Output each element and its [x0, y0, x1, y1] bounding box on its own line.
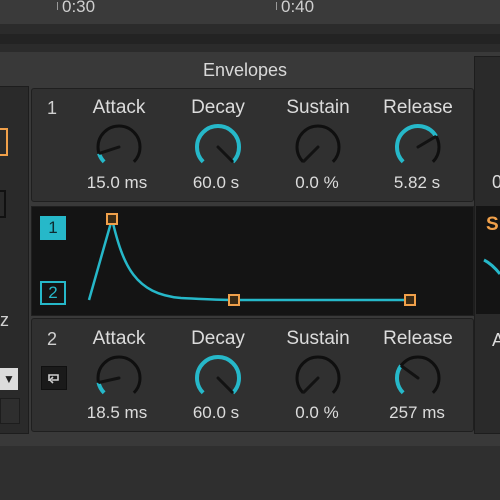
knob-value-arc	[97, 152, 106, 164]
env1-attack-label: Attack	[92, 97, 146, 118]
release-breakpoint[interactable]	[404, 294, 416, 306]
envelopes-title: Envelopes	[202, 60, 288, 80]
left-panel-text: z	[0, 310, 9, 330]
env1-attack-value[interactable]: 15.0 ms	[72, 173, 162, 193]
env2-release-value[interactable]: 257 ms	[372, 403, 462, 423]
decay-breakpoint[interactable]	[228, 294, 240, 306]
env1-decay-knob[interactable]	[190, 120, 246, 170]
attack-breakpoint[interactable]	[106, 213, 118, 225]
env2-sustain-value[interactable]: 0.0 %	[272, 403, 362, 423]
knob-needle	[302, 145, 320, 163]
envelope-2-number: 2	[47, 329, 58, 349]
env2-release-knob[interactable]	[390, 351, 446, 401]
env1-release-knob[interactable]	[390, 120, 446, 170]
env1-sustain-knob[interactable]	[290, 120, 346, 170]
env2-attack-value[interactable]: 18.5 ms	[72, 403, 162, 423]
env2-attack-label: Attack	[92, 328, 146, 349]
env2-sustain-label: Sustain	[286, 328, 350, 349]
knob-needle	[216, 376, 234, 394]
env2-decay-value[interactable]: 60.0 s	[171, 403, 261, 423]
env1-sustain-value[interactable]: 0.0 %	[272, 173, 362, 193]
right-graph-curve	[483, 258, 500, 275]
knob-value-arc	[395, 124, 438, 164]
knob-needle	[302, 376, 320, 394]
track-separator	[0, 34, 500, 44]
envelope-1-number: 1	[47, 98, 58, 118]
knob-needle	[97, 376, 121, 384]
env1-attack-knob[interactable]	[91, 120, 147, 170]
right-panel-zero: 0	[492, 172, 500, 192]
env2-sustain-knob[interactable]	[290, 351, 346, 401]
left-orange-toggle[interactable]	[0, 128, 8, 156]
knob-value-arc	[96, 382, 106, 395]
knob-needle	[98, 145, 121, 155]
envelope-curve[interactable]	[31, 206, 472, 314]
loop-toggle-button[interactable]	[41, 366, 67, 390]
env2-release-label: Release	[383, 328, 453, 349]
left-value-field[interactable]	[0, 398, 20, 424]
footer-bar	[0, 446, 500, 500]
knob-needle	[416, 135, 437, 149]
env1-release-label: Release	[383, 97, 453, 118]
timeline-mark-0-30: 0:30	[62, 0, 96, 16]
timeline-tick	[276, 2, 277, 10]
right-panel-letter-s: S	[486, 214, 499, 235]
env2-attack-knob[interactable]	[91, 351, 147, 401]
env1-decay-value[interactable]: 60.0 s	[171, 173, 261, 193]
loop-icon	[48, 374, 59, 384]
timeline-tick	[57, 2, 58, 10]
timeline-mark-0-40: 0:40	[281, 0, 315, 16]
env1-sustain-label: Sustain	[286, 97, 350, 118]
knob-value-arc	[195, 355, 241, 395]
knob-needle	[400, 364, 420, 380]
knob-value-arc	[195, 124, 241, 164]
env1-decay-label: Decay	[191, 97, 245, 118]
env1-release-value[interactable]: 5.82 s	[372, 173, 462, 193]
left-toggle[interactable]	[0, 190, 6, 218]
env2-decay-knob[interactable]	[190, 351, 246, 401]
knob-needle	[216, 145, 234, 163]
chevron-down-icon[interactable]: ▼	[0, 368, 18, 390]
right-panel-letter-a: A	[492, 330, 500, 350]
env2-decay-label: Decay	[191, 328, 245, 349]
knob-value-arc	[395, 364, 405, 395]
